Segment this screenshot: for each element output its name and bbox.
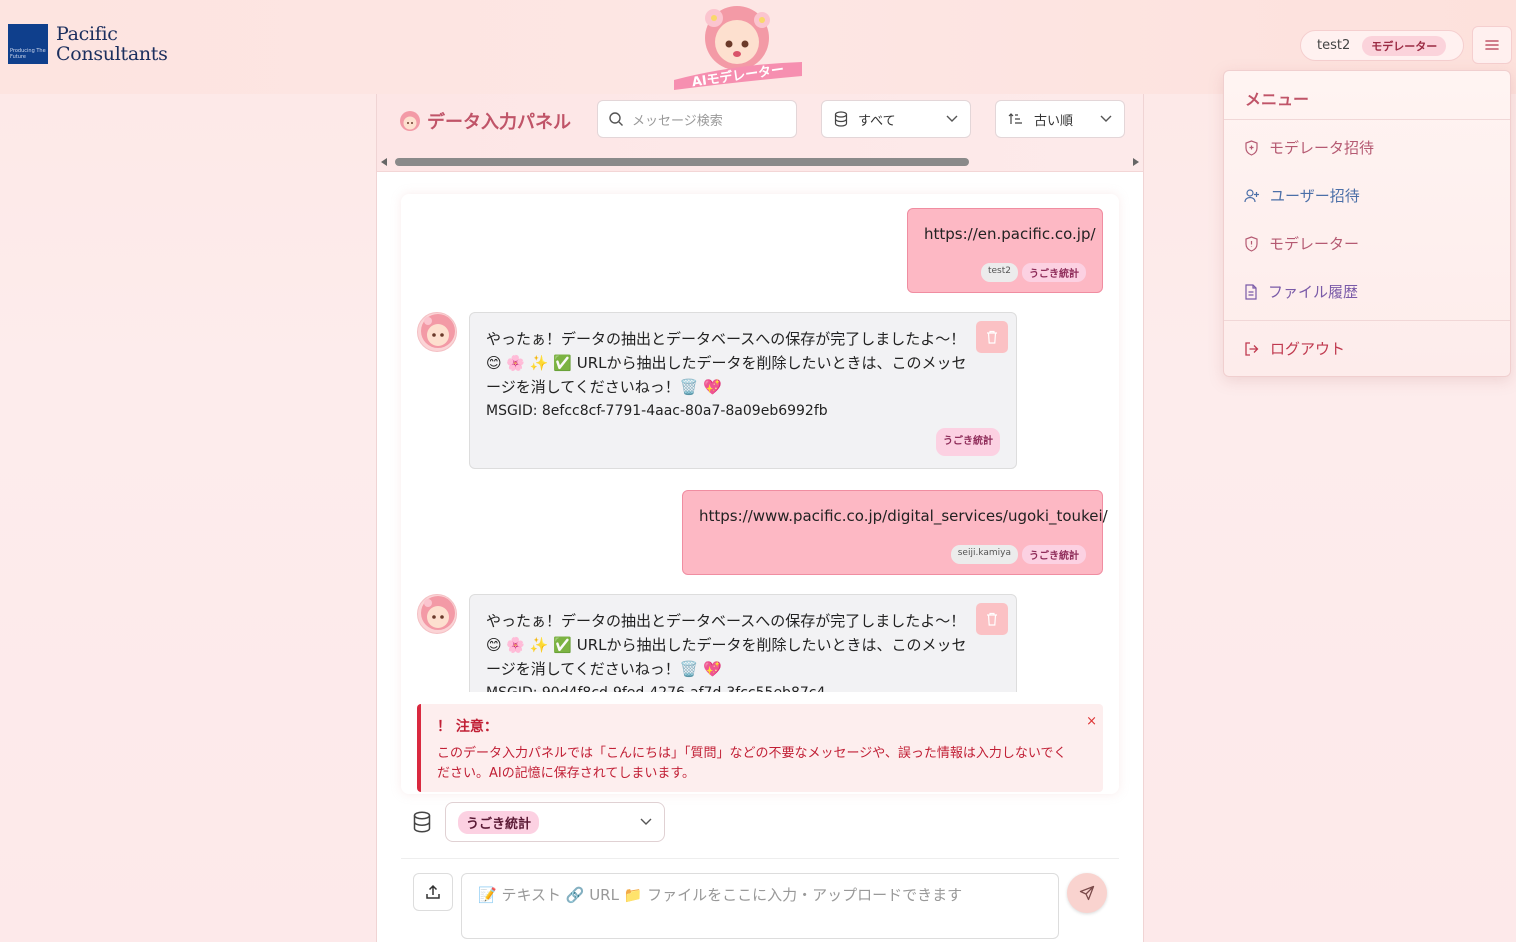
user-message-text: https://www.pacific.co.jp/digital_servic…	[699, 507, 1108, 525]
message-list[interactable]: https://en.pacific.co.jp/ test2 うごき統計 やっ…	[401, 194, 1119, 692]
message-tags: test2 うごき統計	[980, 263, 1086, 282]
database-icon	[834, 111, 848, 127]
notice-text: このデータ入力パネルでは「こんにちは」「質問」などの不要なメッセージや、誤った情…	[437, 746, 1067, 781]
message-id: MSGID: 90d4f8cd-9fed-4276-af7d-3fcc55eb8…	[486, 681, 1000, 692]
menu-item-label: モデレータ招待	[1269, 139, 1375, 157]
shield-alert-icon	[1245, 235, 1258, 252]
data-input-panel: データ入力パネル メッセージ検索 すべて 古い順 https://en.paci…	[376, 94, 1144, 942]
mascot-avatar-icon	[421, 596, 455, 630]
trash-icon	[987, 612, 997, 626]
menu-item-invite-moderator[interactable]: モデレータ招待	[1244, 137, 1374, 158]
bot-message-line: やったぁ！データの抽出とデータベースへの保存が完了しましたよ〜！	[486, 330, 966, 348]
logo-mark: Producing The Future	[8, 24, 48, 64]
sort-order-select[interactable]: 古い順	[995, 100, 1125, 138]
send-button[interactable]	[1067, 873, 1107, 913]
user-name: test2	[1317, 38, 1351, 53]
hamburger-icon	[1485, 40, 1499, 50]
user-tag: test2	[980, 263, 1018, 282]
user-badge[interactable]: test2 モデレーター	[1300, 30, 1464, 61]
delete-message-button[interactable]	[976, 321, 1008, 353]
bot-message-line: ージを消してくださいねっ！🗑️ 💖	[486, 378, 722, 396]
delete-message-button[interactable]	[976, 603, 1008, 635]
mascot-avatar-icon	[421, 314, 455, 348]
user-plus-icon	[1244, 188, 1259, 202]
chevron-down-icon	[946, 115, 958, 122]
trash-icon	[987, 330, 997, 344]
database-tag: うごき統計	[1022, 545, 1086, 564]
mascot-logo: AIモデレーター	[674, 6, 802, 90]
logout-label: ログアウト	[1270, 340, 1346, 358]
horizontal-scrollbar[interactable]	[381, 156, 1139, 168]
file-icon	[1245, 283, 1257, 300]
menu-item-moderator[interactable]: モデレーター	[1244, 233, 1359, 254]
message-tags: seiji.kamiya うごき統計	[950, 545, 1086, 564]
bot-message-line: 😊 🌸 ✨ ✅ URLから抽出したデータを削除したいときは、このメッセ	[486, 636, 967, 654]
panel-toolbar: データ入力パネル メッセージ検索 すべて 古い順	[377, 94, 1143, 172]
sort-ascending-icon	[1008, 113, 1022, 124]
logo-line-1: Pacific	[56, 23, 118, 45]
menu-item-label: モデレーター	[1269, 235, 1360, 253]
database-tag: うごき統計	[1022, 263, 1086, 282]
bot-avatar	[417, 594, 457, 634]
sort-value: 古い順	[1034, 113, 1074, 129]
bot-message: やったぁ！データの抽出とデータベースへの保存が完了しましたよ〜！ 😊 🌸 ✨ ✅…	[469, 312, 1017, 469]
shield-plus-icon	[1245, 139, 1258, 156]
database-filter-select[interactable]: すべて	[821, 100, 971, 138]
logo-tagline: Producing The Future	[10, 48, 46, 60]
menu-title: メニュー	[1245, 90, 1310, 109]
panel-title-text: データ入力パネル	[427, 112, 571, 133]
menu-divider	[1224, 119, 1510, 120]
logo-line-2: Consultants	[56, 43, 168, 65]
bot-avatar	[417, 312, 457, 352]
chat-area: https://en.pacific.co.jp/ test2 うごき統計 やっ…	[401, 194, 1119, 794]
bot-message-line: やったぁ！データの抽出とデータベースへの保存が完了しましたよ〜！	[486, 612, 966, 630]
close-notice-button[interactable]: ×	[1086, 714, 1097, 729]
composer: 📝 テキスト 🔗 URL 📁 ファイルをここに入力・アップロードできます	[401, 858, 1119, 942]
bot-message: やったぁ！データの抽出とデータベースへの保存が完了しましたよ〜！ 😊 🌸 ✨ ✅…	[469, 594, 1017, 692]
chevron-down-icon	[1100, 115, 1112, 122]
user-role-badge: モデレーター	[1362, 35, 1447, 56]
user-menu-dropdown: メニュー モデレータ招待 ユーザー招待 モデレーター ファイル履歴 ログアウト	[1223, 70, 1511, 377]
panel-title: データ入力パネル	[399, 108, 571, 134]
bot-message-line: 😊 🌸 ✨ ✅ URLから抽出したデータを削除したいときは、このメッセ	[486, 354, 967, 372]
user-message-text: https://en.pacific.co.jp/	[924, 225, 1096, 243]
menu-item-label: ユーザー招待	[1270, 187, 1360, 205]
menu-item-file-history[interactable]: ファイル履歴	[1244, 281, 1358, 302]
menu-item-invite-user[interactable]: ユーザー招待	[1244, 185, 1360, 206]
database-selector-row: うごき統計	[413, 802, 665, 842]
user-message: https://www.pacific.co.jp/digital_servic…	[682, 490, 1108, 575]
user-message: https://en.pacific.co.jp/ test2 うごき統計	[907, 208, 1103, 293]
search-placeholder: メッセージ検索	[632, 113, 723, 129]
message-input-placeholder: 📝 テキスト 🔗 URL 📁 ファイルをここに入力・アップロードできます	[478, 886, 963, 904]
message-input[interactable]: 📝 テキスト 🔗 URL 📁 ファイルをここに入力・アップロードできます	[461, 873, 1059, 939]
filter-value: すべて	[858, 113, 896, 129]
database-select[interactable]: うごき統計	[445, 802, 665, 842]
send-icon	[1079, 885, 1095, 901]
database-icon	[413, 811, 431, 833]
logo-wordmark: Pacific Consultants	[56, 24, 168, 64]
upload-button[interactable]	[413, 873, 453, 911]
company-logo[interactable]: Producing The Future Pacific Consultants	[8, 24, 168, 64]
hamburger-menu-button[interactable]	[1472, 26, 1512, 64]
selected-database-chip: うごき統計	[458, 810, 540, 834]
bot-message-line: ージを消してくださいねっ！🗑️ 💖	[486, 660, 722, 678]
search-icon	[609, 112, 623, 126]
mascot-face-icon	[400, 111, 420, 131]
message-tags: うごき統計	[936, 428, 1000, 456]
menu-divider	[1224, 320, 1510, 321]
menu-item-logout[interactable]: ログアウト	[1244, 338, 1345, 359]
chevron-down-icon	[640, 818, 652, 825]
message-id: MSGID: 8efcc8cf-7791-4aac-80a7-8a09eb699…	[486, 403, 828, 419]
menu-item-label: ファイル履歴	[1268, 283, 1359, 301]
message-search-input[interactable]: メッセージ検索	[597, 100, 797, 138]
scrollbar-thumb	[395, 158, 969, 166]
notice-title: ！ 注意：	[437, 719, 498, 735]
user-tag: seiji.kamiya	[950, 545, 1018, 564]
warning-notice: ！ 注意： このデータ入力パネルでは「こんにちは」「質問」などの不要なメッセージ…	[417, 704, 1103, 792]
logout-icon	[1245, 341, 1259, 356]
database-tag: うごき統計	[936, 428, 1000, 456]
upload-icon	[426, 884, 440, 899]
